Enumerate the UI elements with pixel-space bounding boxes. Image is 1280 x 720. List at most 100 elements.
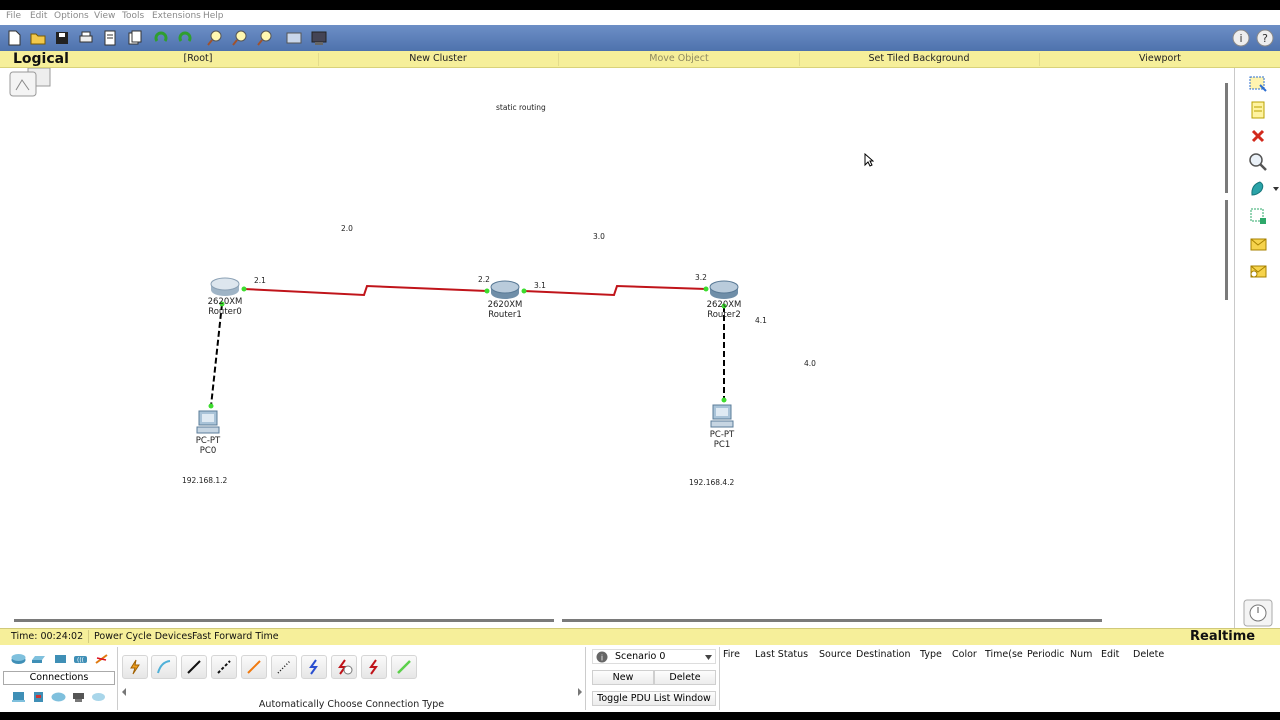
delete-scenario-button[interactable]: Delete — [654, 670, 716, 685]
copy-icon[interactable] — [126, 29, 144, 47]
inspect-icon[interactable] — [1248, 152, 1268, 172]
pdu-column-header[interactable]: Delete — [1133, 649, 1164, 660]
connections-category-icon[interactable] — [94, 653, 109, 665]
status-bar: Time: 00:24:02 Power Cycle Devices Fast … — [0, 628, 1280, 645]
hubs-category-icon[interactable] — [53, 653, 68, 665]
serial-dte-button[interactable] — [361, 655, 387, 679]
menu-view[interactable]: View — [94, 11, 115, 21]
zoom-reset-icon[interactable] — [231, 29, 249, 47]
menu-tools[interactable]: Tools — [122, 11, 144, 21]
link-light — [208, 403, 214, 409]
router2-device[interactable]: 2620XM Router2 — [694, 280, 754, 324]
toggle-pdu-list-button[interactable]: Toggle PDU List Window — [592, 691, 716, 706]
place-note-icon[interactable] — [1248, 100, 1268, 120]
console-cable-button[interactable] — [151, 655, 177, 679]
add-complex-pdu-icon[interactable] — [1248, 261, 1268, 281]
set-tiled-background-button[interactable]: Set Tiled Background — [800, 53, 1038, 64]
help-icon[interactable]: ? — [1256, 29, 1274, 47]
open-folder-icon[interactable] — [29, 29, 47, 47]
auto-connection-button[interactable] — [122, 655, 148, 679]
palette-icon[interactable] — [285, 29, 303, 47]
router1-device[interactable]: 2620XM Router1 — [475, 280, 535, 324]
menu-file[interactable]: File — [6, 11, 21, 21]
move-object-button: Move Object — [649, 53, 709, 64]
pdu-column-header[interactable]: Time(se — [985, 649, 1023, 660]
vertical-scroll-thumb[interactable] — [1225, 83, 1228, 193]
pc0-name: PC0 — [199, 446, 217, 456]
routers-category-icon[interactable] — [11, 653, 26, 665]
security-category-icon[interactable] — [31, 691, 46, 703]
dropdown-arrow-icon[interactable] — [1273, 186, 1279, 192]
pdu-column-header[interactable]: Fire — [723, 649, 740, 660]
copper-cross-over-button[interactable] — [211, 655, 237, 679]
pdu-column-header[interactable]: Periodic — [1027, 649, 1065, 660]
vertical-scroll-thumb-lower[interactable] — [1225, 200, 1228, 300]
draw-shape-icon[interactable] — [1248, 179, 1268, 199]
custom-devices-category-icon[interactable] — [71, 691, 86, 703]
coaxial-cable-button[interactable] — [301, 655, 327, 679]
pc0-device[interactable]: PC-PT PC0 — [178, 410, 238, 458]
horizontal-scroll-thumb[interactable] — [14, 619, 554, 622]
logical-workspace[interactable]: static routing 2.0 3.0 4.0 2.1 2.2 3.1 3… — [0, 68, 1234, 628]
logical-tab-title[interactable]: Logical — [13, 51, 69, 67]
save-icon[interactable] — [53, 29, 71, 47]
wan-emulation-category-icon[interactable] — [51, 691, 66, 703]
pdu-column-header[interactable]: Edit — [1101, 649, 1119, 660]
vertical-scrollbar[interactable] — [1222, 78, 1232, 618]
horizontal-scroll-thumb-right[interactable] — [562, 619, 1102, 622]
realtime-mode-label[interactable]: Realtime — [1190, 629, 1255, 644]
pdu-column-header[interactable]: Last Status — [755, 649, 808, 660]
menu-help[interactable]: Help — [203, 11, 224, 21]
fast-forward-time-button[interactable]: Fast Forward Time — [192, 631, 279, 642]
octal-cable-button[interactable] — [391, 655, 417, 679]
redo-icon[interactable] — [176, 29, 194, 47]
zoom-out-icon[interactable] — [256, 29, 274, 47]
custom-device-icon[interactable] — [310, 29, 328, 47]
phone-cable-button[interactable] — [271, 655, 297, 679]
pdu-column-header[interactable]: Type — [920, 649, 942, 660]
phone-cable-icon — [277, 660, 291, 674]
link-light — [721, 397, 727, 403]
root-button[interactable]: [Root] — [80, 53, 316, 64]
main-toolbar: i ? — [0, 25, 1280, 51]
router1-model: 2620XM — [487, 300, 523, 310]
switches-category-icon[interactable] — [31, 653, 46, 665]
end-devices-category-icon[interactable] — [11, 691, 26, 703]
pdu-column-header[interactable]: Color — [952, 649, 977, 660]
undo-icon[interactable] — [152, 29, 170, 47]
delete-icon[interactable] — [1248, 126, 1268, 146]
menu-options[interactable]: Options — [54, 11, 89, 21]
router0-device[interactable]: 2620XM Router0 — [195, 277, 255, 321]
pdu-column-header[interactable]: Num — [1070, 649, 1092, 660]
multiuser-category-icon[interactable] — [91, 691, 106, 703]
select-icon[interactable] — [1248, 74, 1268, 94]
new-file-icon[interactable] — [5, 29, 23, 47]
new-scenario-button[interactable]: New — [592, 670, 654, 685]
info-icon[interactable]: i — [1232, 29, 1250, 47]
scroll-left-icon[interactable] — [121, 688, 127, 696]
viewport-button[interactable]: Viewport — [1040, 53, 1280, 64]
chevron-down-icon[interactable] — [705, 655, 712, 660]
serial-dce-button[interactable] — [331, 655, 357, 679]
realtime-clock-icon[interactable] — [1236, 598, 1278, 628]
fiber-cable-button[interactable] — [241, 655, 267, 679]
resize-shape-icon[interactable] — [1248, 206, 1268, 226]
menu-edit[interactable]: Edit — [30, 11, 47, 21]
print-icon[interactable] — [77, 29, 95, 47]
menu-extensions[interactable]: Extensions — [152, 11, 201, 21]
copper-straight-through-button[interactable] — [181, 655, 207, 679]
horizontal-scrollbar[interactable] — [14, 619, 1104, 623]
activity-wizard-icon[interactable] — [101, 29, 119, 47]
pc1-device[interactable]: PC-PT PC1 — [692, 404, 752, 452]
connections-category-label: Connections — [3, 671, 115, 685]
power-cycle-devices-button[interactable]: Power Cycle Devices — [94, 631, 192, 642]
pdu-column-header[interactable]: Destination — [856, 649, 911, 660]
scroll-right-icon[interactable] — [577, 688, 583, 696]
octal-cable-icon — [397, 660, 411, 674]
zoom-in-icon[interactable] — [206, 29, 224, 47]
scenario-select[interactable]: Scenario 0 — [592, 649, 716, 664]
pdu-column-header[interactable]: Source — [819, 649, 852, 660]
wireless-category-icon[interactable]: ((( — [73, 653, 88, 665]
new-cluster-button[interactable]: New Cluster — [320, 53, 556, 64]
add-simple-pdu-icon[interactable] — [1248, 234, 1268, 254]
